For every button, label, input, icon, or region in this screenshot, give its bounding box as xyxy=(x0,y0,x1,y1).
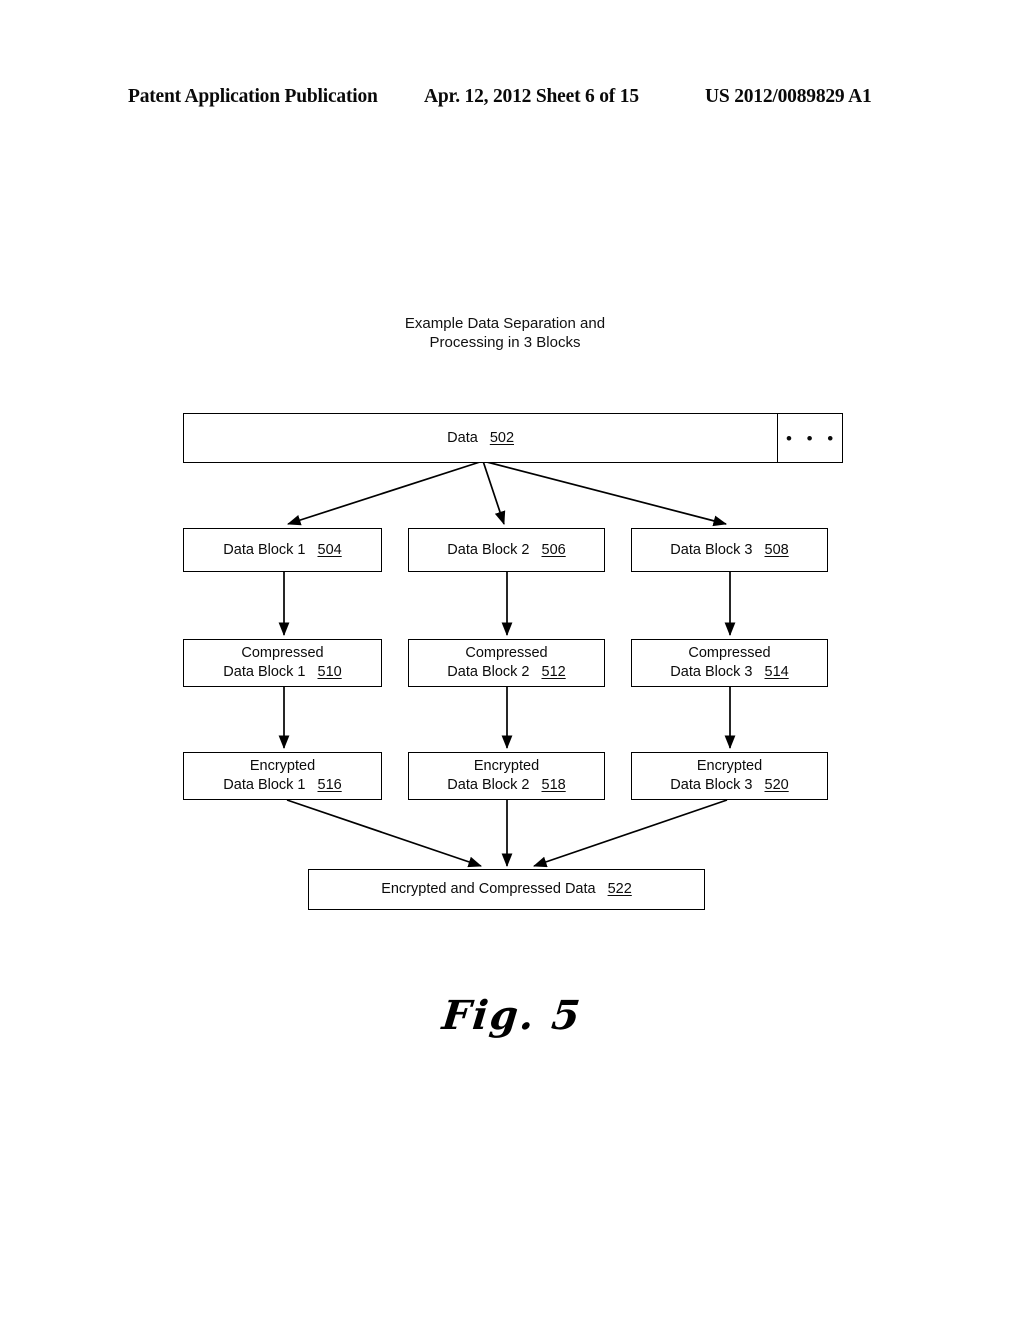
encrypted-block-2-ref: 518 xyxy=(541,777,566,793)
compressed-block-1-label: Data Block 1 xyxy=(223,664,306,680)
data-bar-main-cell: Data 502 xyxy=(184,414,779,462)
data-block-1-ref: 504 xyxy=(317,541,342,558)
compressed-block-1-line1: Compressed xyxy=(241,645,324,661)
data-bar-label: Data xyxy=(447,429,478,446)
compressed-block-3-line1: Compressed xyxy=(688,645,771,661)
data-block-2-ref: 506 xyxy=(541,541,566,558)
arrow-encrypted1-to-final xyxy=(286,799,482,868)
encrypted-block-1-ref: 516 xyxy=(317,777,342,793)
node-data-502: Data 502 • • • xyxy=(183,413,843,463)
node-encrypted-data-block-3-520: Encrypted Data Block 3 520 xyxy=(631,752,828,800)
figure-caption: Fig. 5 xyxy=(439,992,585,1039)
arrow-data-to-block-3 xyxy=(482,460,727,527)
node-encrypted-and-compressed-data-522: Encrypted and Compressed Data 522 xyxy=(308,869,705,910)
node-encrypted-data-block-2-518: Encrypted Data Block 2 518 xyxy=(408,752,605,800)
encrypted-block-3-ref: 520 xyxy=(764,777,789,793)
encrypted-block-1-label: Data Block 1 xyxy=(223,777,306,793)
encrypted-block-2-line1: Encrypted xyxy=(473,758,540,774)
encrypted-block-3-line1: Encrypted xyxy=(696,758,763,774)
node-data-block-3-508: Data Block 3 508 xyxy=(631,528,828,572)
node-data-block-2-506: Data Block 2 506 xyxy=(408,528,605,572)
node-compressed-data-block-1-510: Compressed Data Block 1 510 xyxy=(183,639,382,687)
compressed-block-3-ref: 514 xyxy=(764,664,789,680)
ellipsis-icon: • • • xyxy=(785,428,839,448)
diagram-title: Example Data Separation and Processing i… xyxy=(345,314,665,352)
encrypted-block-1-line1: Encrypted xyxy=(249,758,316,774)
node-encrypted-data-block-1-516: Encrypted Data Block 1 516 xyxy=(183,752,382,800)
node-compressed-data-block-3-514: Compressed Data Block 3 514 xyxy=(631,639,828,687)
final-block-label: Encrypted and Compressed Data xyxy=(381,881,596,897)
node-compressed-data-block-2-512: Compressed Data Block 2 512 xyxy=(408,639,605,687)
encrypted-block-3-label: Data Block 3 xyxy=(670,777,753,793)
compressed-block-2-line1: Compressed xyxy=(465,645,548,661)
data-bar-ellipsis-cell: • • • xyxy=(778,414,842,462)
compressed-block-2-ref: 512 xyxy=(541,664,566,680)
encrypted-block-2-label: Data Block 2 xyxy=(447,777,530,793)
data-block-2-label: Data Block 2 xyxy=(447,541,530,558)
compressed-block-1-ref: 510 xyxy=(317,664,342,680)
compressed-block-2-label: Data Block 2 xyxy=(447,664,530,680)
compressed-block-3-label: Data Block 3 xyxy=(670,664,753,680)
patent-figure-5: Example Data Separation and Processing i… xyxy=(0,0,1024,1320)
data-block-3-label: Data Block 3 xyxy=(670,541,753,558)
node-data-block-1-504: Data Block 1 504 xyxy=(183,528,382,572)
data-block-1-label: Data Block 1 xyxy=(223,541,306,558)
data-block-3-ref: 508 xyxy=(764,541,789,558)
arrow-data-to-block-2 xyxy=(482,460,506,525)
data-bar-ref: 502 xyxy=(489,429,515,446)
arrow-data-to-block-1 xyxy=(287,460,484,526)
diagram-title-line-2: Processing in 3 Blocks xyxy=(429,334,581,351)
arrow-encrypted3-to-final xyxy=(533,799,728,868)
diagram-title-line-1: Example Data Separation and xyxy=(404,315,606,332)
final-block-ref: 522 xyxy=(607,881,632,897)
